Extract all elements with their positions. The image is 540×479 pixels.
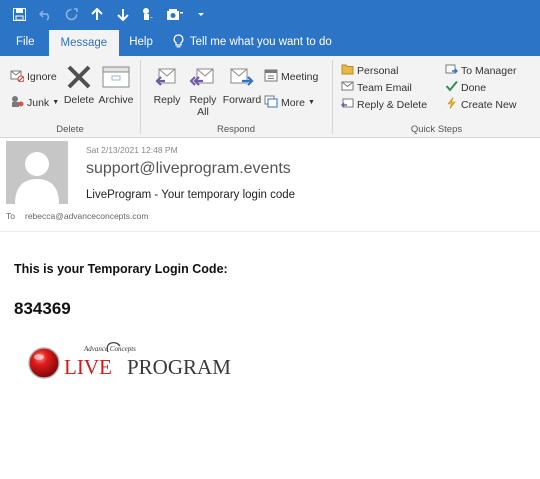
recipient-address[interactable]: rebecca@advanceconcepts.com [25,211,148,221]
envelope-icon [341,80,354,95]
archive-label: Archive [98,94,134,106]
lightning-icon [445,97,458,112]
reply-all-label-1: Reply [189,94,217,106]
forward-arrow-icon [445,63,458,78]
quick-step-label: Done [461,81,487,94]
touch-mode-icon[interactable]: - [136,0,162,28]
arrow-up-icon[interactable] [84,0,110,28]
quick-step-label: To Manager [461,64,517,77]
quick-step-label: Create New [461,98,517,111]
reply-all-label-2: All [197,106,209,118]
save-icon[interactable] [6,0,32,28]
tell-me-box[interactable]: Tell me what you want to do [163,28,342,56]
delete-label: Delete [63,94,95,106]
delete-button[interactable]: Delete [63,62,95,106]
reply-all-icon [188,62,218,92]
customize-toolbar-icon[interactable] [188,0,214,28]
quick-step-create-new[interactable]: Create New [445,97,516,112]
junk-icon [10,94,24,111]
undo-icon[interactable] [32,0,58,28]
quick-step-personal[interactable]: Personal [341,63,398,78]
quick-step-label: Personal [357,64,399,77]
tab-help[interactable]: Help [119,28,163,56]
delete-group-label: Delete [56,124,84,135]
more-button[interactable]: More ▼ [264,94,315,111]
liveprogram-logo: Advance Concepts LIVE PROGRAM [24,338,252,388]
login-code: 834369 [14,299,71,318]
tab-file[interactable]: File [0,28,49,56]
respond-group: Reply Reply All Forward Meeting More ▼ R… [141,56,331,138]
logo-live: LIVE [64,355,112,379]
more-icon [264,94,278,111]
email-subject: LiveProgram - Your temporary login code [86,189,296,201]
forward-icon [227,62,257,92]
junk-button[interactable]: Junk ▼ [10,94,59,111]
reply-delete-icon [341,97,354,112]
ignore-button[interactable]: Ignore [10,68,57,85]
recipient-line: To rebecca@advanceconcepts.com [6,211,148,221]
email-date: Sat 2/13/2021 12:48 PM [86,145,178,155]
archive-icon [101,62,131,92]
quick-access-toolbar: - [0,0,540,28]
svg-text:-: - [150,13,153,21]
chevron-down-icon: ▼ [52,99,60,106]
view-icon[interactable] [162,0,188,28]
email-sender[interactable]: support@liveprogram.events [86,160,291,178]
chevron-down-icon: ▼ [307,99,315,106]
respond-group-label: Respond [216,124,256,135]
quick-steps-group-label: Quick Steps [410,124,463,135]
quick-step-to-manager[interactable]: To Manager [445,63,516,78]
reply-label: Reply [153,94,181,106]
more-label: More [281,96,305,109]
quick-steps-group: Personal Team Email Reply & Delete To Ma… [333,56,540,138]
ignore-label: Ignore [27,70,57,83]
logo-program: PROGRAM [127,355,231,379]
junk-label: Junk [27,96,50,109]
meeting-label: Meeting [281,70,319,83]
tab-message[interactable]: Message [48,30,120,56]
body-heading: This is your Temporary Login Code: [14,262,228,276]
reply-button[interactable]: Reply [150,62,184,106]
delete-icon [64,62,94,92]
redo-icon[interactable] [58,0,84,28]
logo-tagline: Advance Concepts [83,345,136,353]
header-divider [0,231,540,232]
reply-icon [152,62,182,92]
calendar-icon [264,68,278,85]
meeting-button[interactable]: Meeting [264,68,318,85]
delete-group: Ignore Junk ▼ Delete Archive Delete [0,56,140,138]
ribbon-tab-bar: File Message Help Tell me what you want … [0,28,540,56]
forward-button[interactable]: Forward [222,62,262,106]
lightbulb-icon [173,33,184,51]
checkmark-icon [445,80,458,95]
quick-step-reply-delete[interactable]: Reply & Delete [341,97,427,112]
ribbon: Ignore Junk ▼ Delete Archive Delete Repl… [0,56,540,138]
tell-me-label: Tell me what you want to do [189,36,332,48]
ignore-icon [10,68,25,85]
sender-avatar [6,141,68,204]
quick-step-label: Team Email [357,81,412,94]
to-label: To [6,211,15,221]
forward-label: Forward [222,94,262,106]
quick-step-done[interactable]: Done [445,80,486,95]
archive-button[interactable]: Archive [98,62,134,106]
folder-icon [341,63,354,78]
reply-all-button[interactable]: Reply All [186,62,220,118]
quick-step-label: Reply & Delete [357,98,428,111]
quick-step-team-email[interactable]: Team Email [341,80,412,95]
arrow-down-icon[interactable] [110,0,136,28]
